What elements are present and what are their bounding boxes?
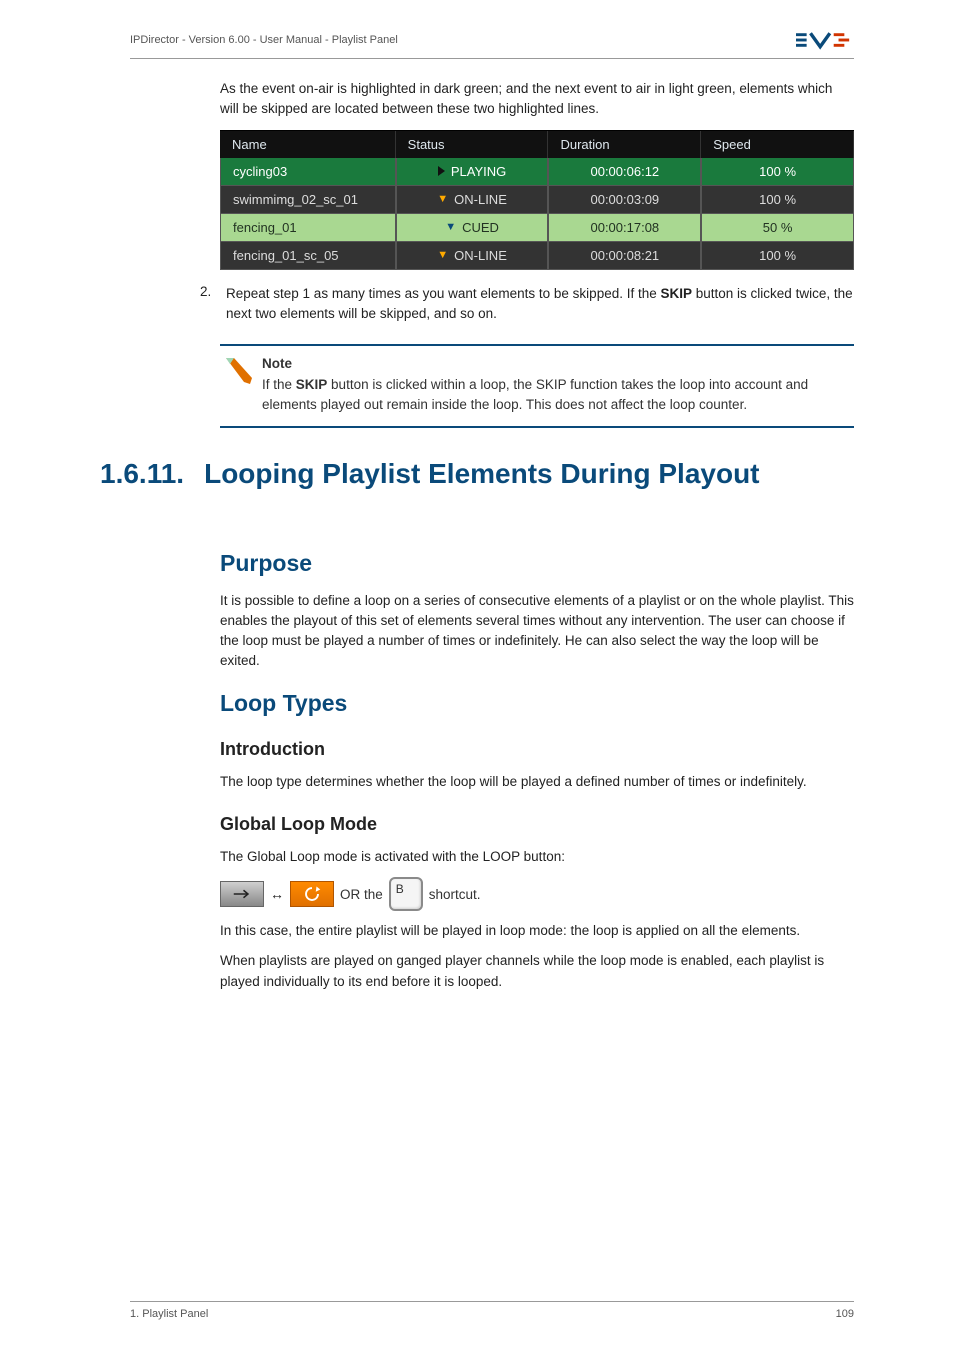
col-status: Status <box>396 131 549 158</box>
introduction-text: The loop type determines whether the loo… <box>220 772 854 792</box>
cell-duration: 00:00:17:08 <box>548 214 701 242</box>
breadcrumb: IPDirector - Version 6.00 - User Manual … <box>130 34 398 46</box>
cell-speed: 100 % <box>701 242 854 270</box>
down-caret-icon: ▼ <box>445 221 456 233</box>
global-line1: The Global Loop mode is activated with t… <box>220 847 854 867</box>
cell-speed: 100 % <box>701 158 854 186</box>
page-footer: 1. Playlist Panel 109 <box>130 1301 854 1320</box>
global-loop-heading: Global Loop Mode <box>220 814 854 835</box>
play-icon <box>438 166 445 176</box>
cell-duration: 00:00:08:21 <box>548 242 701 270</box>
cell-name: cycling03 <box>220 158 396 186</box>
cell-status: ▼ ON-LINE <box>396 186 549 214</box>
footer-right: 109 <box>836 1308 854 1320</box>
cell-name: fencing_01_sc_05 <box>220 242 396 270</box>
txt-bold: SKIP <box>661 286 693 301</box>
down-caret-icon: ▼ <box>437 193 448 205</box>
evs-logo <box>796 30 854 50</box>
status-text: CUED <box>462 220 499 235</box>
cell-name: swimmimg_02_sc_01 <box>220 186 396 214</box>
step-text: Repeat step 1 as many times as you want … <box>226 284 854 325</box>
section-heading: 1.6.11. Looping Playlist Elements During… <box>0 458 954 490</box>
loop-button[interactable] <box>290 881 334 907</box>
col-name: Name <box>220 131 396 158</box>
introduction-heading: Introduction <box>220 739 854 760</box>
playlist-mode-button[interactable] <box>220 881 264 907</box>
down-caret-icon: ▼ <box>437 249 448 261</box>
cell-status: ▼ ON-LINE <box>396 242 549 270</box>
col-speed: Speed <box>701 131 854 158</box>
footer-left: 1. Playlist Panel <box>130 1308 208 1320</box>
cell-duration: 00:00:06:12 <box>548 158 701 186</box>
status-table: Name Status Duration Speed cycling03 PLA… <box>220 130 854 270</box>
note-label: Note <box>262 356 854 371</box>
step-num: 2. <box>200 284 214 325</box>
global-line2: In this case, the entire playlist will b… <box>220 921 854 941</box>
global-line3: When playlists are played on ganged play… <box>220 951 854 992</box>
section-title: Looping Playlist Elements During Playout <box>204 458 759 490</box>
note-prefix: If the <box>262 377 296 392</box>
note-text: If the SKIP button is clicked within a l… <box>262 375 854 416</box>
cell-speed: 100 % <box>701 186 854 214</box>
purpose-heading: Purpose <box>220 550 854 577</box>
section-number: 1.6.11. <box>0 458 184 490</box>
note-suffix: button is clicked within a loop, the SKI… <box>262 377 808 412</box>
status-text: ON-LINE <box>454 248 507 263</box>
step-2: 2. Repeat step 1 as many times as you wa… <box>200 284 854 325</box>
cell-duration: 00:00:03:09 <box>548 186 701 214</box>
note-bold: SKIP <box>296 377 328 392</box>
b-key: B <box>389 877 423 911</box>
txt-prefix: Repeat step 1 as many times as you want … <box>226 286 661 301</box>
loop-types-heading: Loop Types <box>220 690 854 717</box>
intro-text: As the event on-air is highlighted in da… <box>220 79 854 120</box>
cell-status: PLAYING <box>396 158 549 186</box>
page-header: IPDirector - Version 6.00 - User Manual … <box>130 0 854 59</box>
note-box: Note If the SKIP button is clicked withi… <box>220 344 854 428</box>
col-duration: Duration <box>548 131 701 158</box>
pencil-icon <box>224 356 254 386</box>
cell-name: fencing_01 <box>220 214 396 242</box>
shortcut-suffix: shortcut. <box>429 887 481 902</box>
loop-button-line: ↔ OR the B shortcut. <box>220 877 854 911</box>
toggle-icon: ↔ <box>270 886 284 902</box>
cell-status: ▼ CUED <box>396 214 549 242</box>
status-text: PLAYING <box>451 164 506 179</box>
cell-speed: 50 % <box>701 214 854 242</box>
status-text: ON-LINE <box>454 192 507 207</box>
purpose-text: It is possible to define a loop on a ser… <box>220 591 854 672</box>
or-the-text: OR the <box>340 887 383 902</box>
